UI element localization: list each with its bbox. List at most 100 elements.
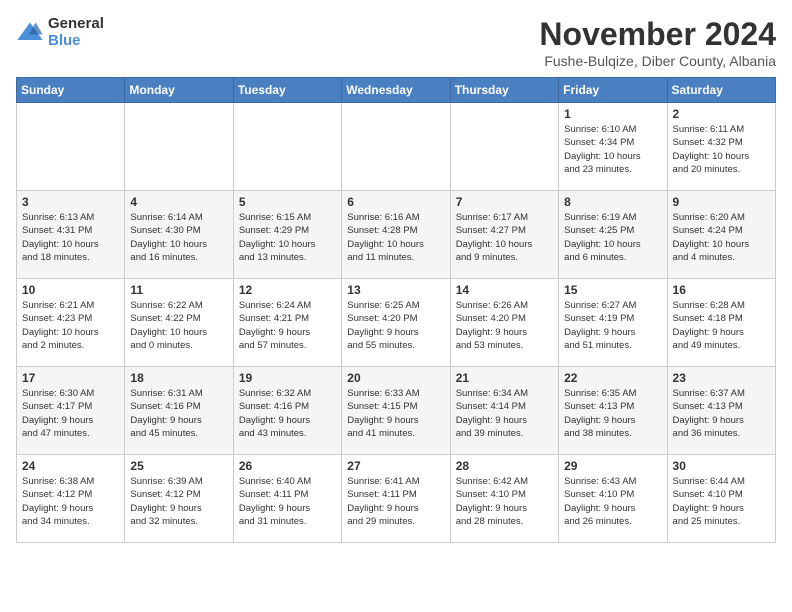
day-number: 11 <box>130 283 227 297</box>
day-number: 30 <box>673 459 770 473</box>
calendar-cell: 20 Sunrise: 6:33 AM Sunset: 4:15 PM Dayli… <box>342 367 450 455</box>
day-number: 29 <box>564 459 661 473</box>
calendar-cell: 7 Sunrise: 6:17 AM Sunset: 4:27 PM Daylig… <box>450 191 558 279</box>
day-number: 8 <box>564 195 661 209</box>
day-number: 23 <box>673 371 770 385</box>
calendar-cell: 3 Sunrise: 6:13 AM Sunset: 4:31 PM Daylig… <box>17 191 125 279</box>
weekday-header-cell: Sunday <box>17 78 125 103</box>
day-number: 15 <box>564 283 661 297</box>
day-number: 22 <box>564 371 661 385</box>
weekday-header-cell: Monday <box>125 78 233 103</box>
day-info: Sunrise: 6:19 AM Sunset: 4:25 PM Dayligh… <box>564 211 661 264</box>
calendar-cell: 29 Sunrise: 6:43 AM Sunset: 4:10 PM Dayli… <box>559 455 667 543</box>
day-number: 4 <box>130 195 227 209</box>
calendar-cell: 14 Sunrise: 6:26 AM Sunset: 4:20 PM Dayli… <box>450 279 558 367</box>
calendar-cell: 28 Sunrise: 6:42 AM Sunset: 4:10 PM Dayli… <box>450 455 558 543</box>
day-info: Sunrise: 6:39 AM Sunset: 4:12 PM Dayligh… <box>130 475 227 528</box>
title-area: November 2024 Fushe-Bulqize, Diber Count… <box>539 16 776 69</box>
calendar-cell <box>342 103 450 191</box>
logo-icon <box>16 19 44 47</box>
month-title: November 2024 <box>539 16 776 53</box>
day-info: Sunrise: 6:33 AM Sunset: 4:15 PM Dayligh… <box>347 387 444 440</box>
day-number: 17 <box>22 371 119 385</box>
day-info: Sunrise: 6:10 AM Sunset: 4:34 PM Dayligh… <box>564 123 661 176</box>
calendar-cell: 6Sunrise: 6:16 AM Sunset: 4:28 PM Daylig… <box>342 191 450 279</box>
calendar-body: 1Sunrise: 6:10 AM Sunset: 4:34 PM Daylig… <box>17 103 776 543</box>
calendar-week-row: 24 Sunrise: 6:38 AM Sunset: 4:12 PM Dayli… <box>17 455 776 543</box>
calendar-cell: 10Sunrise: 6:21 AM Sunset: 4:23 PM Dayli… <box>17 279 125 367</box>
day-info: Sunrise: 6:16 AM Sunset: 4:28 PM Dayligh… <box>347 211 444 264</box>
day-number: 5 <box>239 195 336 209</box>
calendar-cell: 23 Sunrise: 6:37 AM Sunset: 4:13 PM Dayli… <box>667 367 775 455</box>
calendar-week-row: 3 Sunrise: 6:13 AM Sunset: 4:31 PM Daylig… <box>17 191 776 279</box>
day-info: Sunrise: 6:24 AM Sunset: 4:21 PM Dayligh… <box>239 299 336 352</box>
day-info: Sunrise: 6:14 AM Sunset: 4:30 PM Dayligh… <box>130 211 227 264</box>
day-info: Sunrise: 6:22 AM Sunset: 4:22 PM Dayligh… <box>130 299 227 352</box>
calendar-cell: 1Sunrise: 6:10 AM Sunset: 4:34 PM Daylig… <box>559 103 667 191</box>
calendar-cell: 5Sunrise: 6:15 AM Sunset: 4:29 PM Daylig… <box>233 191 341 279</box>
calendar-week-row: 17 Sunrise: 6:30 AM Sunset: 4:17 PM Dayli… <box>17 367 776 455</box>
day-number: 12 <box>239 283 336 297</box>
day-number: 20 <box>347 371 444 385</box>
day-info: Sunrise: 6:27 AM Sunset: 4:19 PM Dayligh… <box>564 299 661 352</box>
day-info: Sunrise: 6:40 AM Sunset: 4:11 PM Dayligh… <box>239 475 336 528</box>
day-info: Sunrise: 6:13 AM Sunset: 4:31 PM Dayligh… <box>22 211 119 264</box>
header: General Blue November 2024 Fushe-Bulqize… <box>16 16 776 69</box>
day-number: 28 <box>456 459 553 473</box>
calendar-cell: 2 Sunrise: 6:11 AM Sunset: 4:32 PM Daylig… <box>667 103 775 191</box>
weekday-header-cell: Friday <box>559 78 667 103</box>
weekday-header-row: SundayMondayTuesdayWednesdayThursdayFrid… <box>17 78 776 103</box>
weekday-header-cell: Wednesday <box>342 78 450 103</box>
calendar-cell <box>17 103 125 191</box>
calendar-cell <box>233 103 341 191</box>
calendar-cell: 17 Sunrise: 6:30 AM Sunset: 4:17 PM Dayli… <box>17 367 125 455</box>
location-subtitle: Fushe-Bulqize, Diber County, Albania <box>539 53 776 69</box>
day-number: 27 <box>347 459 444 473</box>
day-info: Sunrise: 6:41 AM Sunset: 4:11 PM Dayligh… <box>347 475 444 528</box>
calendar-cell: 12 Sunrise: 6:24 AM Sunset: 4:21 PM Dayli… <box>233 279 341 367</box>
calendar-cell: 11 Sunrise: 6:22 AM Sunset: 4:22 PM Dayli… <box>125 279 233 367</box>
day-number: 13 <box>347 283 444 297</box>
day-info: Sunrise: 6:38 AM Sunset: 4:12 PM Dayligh… <box>22 475 119 528</box>
day-number: 7 <box>456 195 553 209</box>
calendar-cell: 18 Sunrise: 6:31 AM Sunset: 4:16 PM Dayli… <box>125 367 233 455</box>
day-info: Sunrise: 6:42 AM Sunset: 4:10 PM Dayligh… <box>456 475 553 528</box>
day-info: Sunrise: 6:43 AM Sunset: 4:10 PM Dayligh… <box>564 475 661 528</box>
calendar-cell: 15 Sunrise: 6:27 AM Sunset: 4:19 PM Dayli… <box>559 279 667 367</box>
day-number: 3 <box>22 195 119 209</box>
day-info: Sunrise: 6:34 AM Sunset: 4:14 PM Dayligh… <box>456 387 553 440</box>
day-info: Sunrise: 6:35 AM Sunset: 4:13 PM Dayligh… <box>564 387 661 440</box>
day-info: Sunrise: 6:17 AM Sunset: 4:27 PM Dayligh… <box>456 211 553 264</box>
calendar-cell: 16Sunrise: 6:28 AM Sunset: 4:18 PM Dayli… <box>667 279 775 367</box>
calendar-cell: 27 Sunrise: 6:41 AM Sunset: 4:11 PM Dayli… <box>342 455 450 543</box>
calendar-cell: 24 Sunrise: 6:38 AM Sunset: 4:12 PM Dayli… <box>17 455 125 543</box>
calendar-cell: 26Sunrise: 6:40 AM Sunset: 4:11 PM Dayli… <box>233 455 341 543</box>
calendar-cell: 4 Sunrise: 6:14 AM Sunset: 4:30 PM Daylig… <box>125 191 233 279</box>
weekday-header-cell: Saturday <box>667 78 775 103</box>
calendar-table: SundayMondayTuesdayWednesdayThursdayFrid… <box>16 77 776 543</box>
day-number: 18 <box>130 371 227 385</box>
day-number: 24 <box>22 459 119 473</box>
day-number: 2 <box>673 107 770 121</box>
day-info: Sunrise: 6:30 AM Sunset: 4:17 PM Dayligh… <box>22 387 119 440</box>
calendar-cell: 19Sunrise: 6:32 AM Sunset: 4:16 PM Dayli… <box>233 367 341 455</box>
calendar-cell: 30 Sunrise: 6:44 AM Sunset: 4:10 PM Dayli… <box>667 455 775 543</box>
day-info: Sunrise: 6:26 AM Sunset: 4:20 PM Dayligh… <box>456 299 553 352</box>
calendar-week-row: 10Sunrise: 6:21 AM Sunset: 4:23 PM Dayli… <box>17 279 776 367</box>
calendar-cell: 13Sunrise: 6:25 AM Sunset: 4:20 PM Dayli… <box>342 279 450 367</box>
day-info: Sunrise: 6:28 AM Sunset: 4:18 PM Dayligh… <box>673 299 770 352</box>
day-info: Sunrise: 6:44 AM Sunset: 4:10 PM Dayligh… <box>673 475 770 528</box>
day-number: 10 <box>22 283 119 297</box>
day-info: Sunrise: 6:31 AM Sunset: 4:16 PM Dayligh… <box>130 387 227 440</box>
calendar-cell: 22 Sunrise: 6:35 AM Sunset: 4:13 PM Dayli… <box>559 367 667 455</box>
day-number: 19 <box>239 371 336 385</box>
day-info: Sunrise: 6:37 AM Sunset: 4:13 PM Dayligh… <box>673 387 770 440</box>
weekday-header-cell: Tuesday <box>233 78 341 103</box>
calendar-cell: 8 Sunrise: 6:19 AM Sunset: 4:25 PM Daylig… <box>559 191 667 279</box>
day-info: Sunrise: 6:11 AM Sunset: 4:32 PM Dayligh… <box>673 123 770 176</box>
calendar-week-row: 1Sunrise: 6:10 AM Sunset: 4:34 PM Daylig… <box>17 103 776 191</box>
calendar-cell <box>450 103 558 191</box>
day-number: 14 <box>456 283 553 297</box>
calendar-cell: 25Sunrise: 6:39 AM Sunset: 4:12 PM Dayli… <box>125 455 233 543</box>
day-number: 21 <box>456 371 553 385</box>
